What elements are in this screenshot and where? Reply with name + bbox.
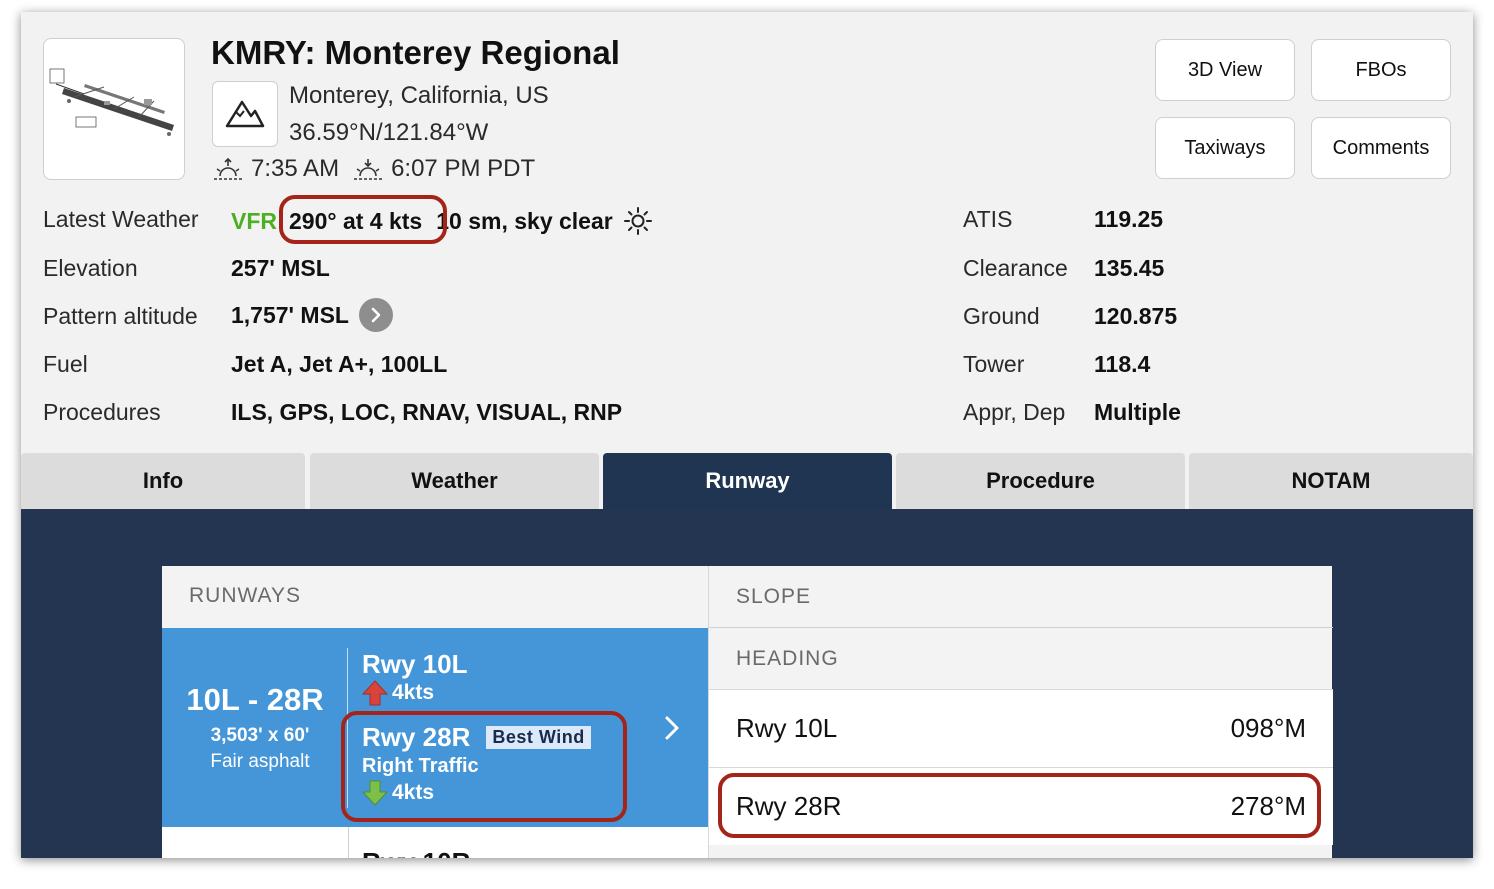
atis-label: ATIS: [963, 206, 1013, 232]
procedures-label: Procedures: [43, 399, 161, 425]
weather-conditions: 10 sm, sky clear: [436, 207, 613, 234]
mountain-icon: [225, 100, 265, 128]
sunrise-time: 7:35 AM: [251, 155, 340, 182]
atis-frequency[interactable]: 119.25: [1094, 206, 1163, 233]
procedures-value: ILS, GPS, LOC, RNAV, VISUAL, RNP: [231, 399, 623, 425]
airport-window: KMRY: Monterey Regional Monterey, Califo…: [21, 12, 1473, 858]
sunset-time: 6:07 PM PDT: [391, 155, 536, 182]
approach-departure-frequency[interactable]: Multiple: [1094, 399, 1181, 426]
tower-frequency[interactable]: 118.4: [1094, 351, 1150, 378]
3d-view-button[interactable]: 3D View: [1155, 39, 1295, 101]
tab-weather[interactable]: Weather: [310, 453, 599, 509]
runway-end-10l: Rwy 10L: [362, 649, 468, 679]
heading-row-10l: Rwy 10L 098°M: [709, 689, 1333, 767]
chevron-right-icon[interactable]: [662, 714, 682, 742]
heading-28r-highlight: [718, 773, 1321, 838]
tailwind-arrow-icon: [362, 680, 388, 706]
clearance-label: Clearance: [963, 255, 1068, 281]
clearance-frequency[interactable]: 135.45: [1094, 255, 1164, 282]
airport-diagram-icon: [49, 68, 174, 136]
wind-highlight: [279, 195, 447, 244]
runway-28r-highlight: [341, 711, 627, 822]
tab-notam[interactable]: NOTAM: [1189, 453, 1473, 509]
tab-procedure[interactable]: Procedure: [896, 453, 1185, 509]
runway-dimensions: 3,503' x 60': [210, 725, 310, 746]
runways-header: RUNWAYS: [189, 584, 301, 607]
heading-header: HEADING: [736, 647, 839, 670]
runway-10l-wind: 4kts: [362, 680, 434, 706]
tower-label: Tower: [963, 351, 1025, 377]
airport-coordinates: 36.59°N/121.84°W: [289, 119, 489, 146]
next-runway-name: Rwy 10R: [362, 847, 470, 858]
fuel-value: Jet A, Jet A+, 100LL: [231, 351, 448, 377]
airport-title: KMRY: Monterey Regional: [211, 34, 620, 71]
flight-category: VFR: [231, 207, 277, 234]
weather-label: Latest Weather: [43, 206, 199, 232]
sun-icon: [623, 207, 652, 235]
ground-label: Ground: [963, 303, 1040, 329]
chevron-right-icon[interactable]: [358, 298, 393, 332]
airport-diagram-thumbnail[interactable]: [43, 38, 185, 180]
elevation-value: 257' MSL: [231, 255, 330, 281]
fuel-label: Fuel: [43, 351, 88, 377]
terrain-button[interactable]: [212, 81, 278, 147]
sunrise-icon: [214, 157, 242, 180]
elevation-label: Elevation: [43, 255, 138, 281]
runway-surface: Fair asphalt: [210, 751, 310, 772]
taxiways-button[interactable]: Taxiways: [1155, 117, 1295, 179]
pattern-altitude-label: Pattern altitude: [43, 303, 198, 329]
tab-runway[interactable]: Runway: [603, 453, 892, 509]
runway-pair: 10L - 28R: [186, 682, 324, 717]
runway-list-item[interactable]: Rwy 10R: [162, 827, 708, 858]
tab-info[interactable]: Info: [21, 453, 305, 509]
fbos-button[interactable]: FBOs: [1311, 39, 1451, 101]
sunset-icon: [354, 159, 383, 180]
airport-location: Monterey, California, US: [289, 82, 549, 109]
slope-header: SLOPE: [736, 585, 812, 608]
ground-frequency[interactable]: 120.875: [1094, 303, 1177, 330]
pattern-altitude-value: 1,757' MSL: [231, 301, 349, 328]
comments-button[interactable]: Comments: [1311, 117, 1451, 179]
approach-departure-label: Appr, Dep: [963, 399, 1066, 425]
pattern-altitude-row[interactable]: 1,757' MSL: [231, 298, 393, 332]
sun-times: 7:35 AM 6:07 PM PDT: [213, 155, 535, 183]
